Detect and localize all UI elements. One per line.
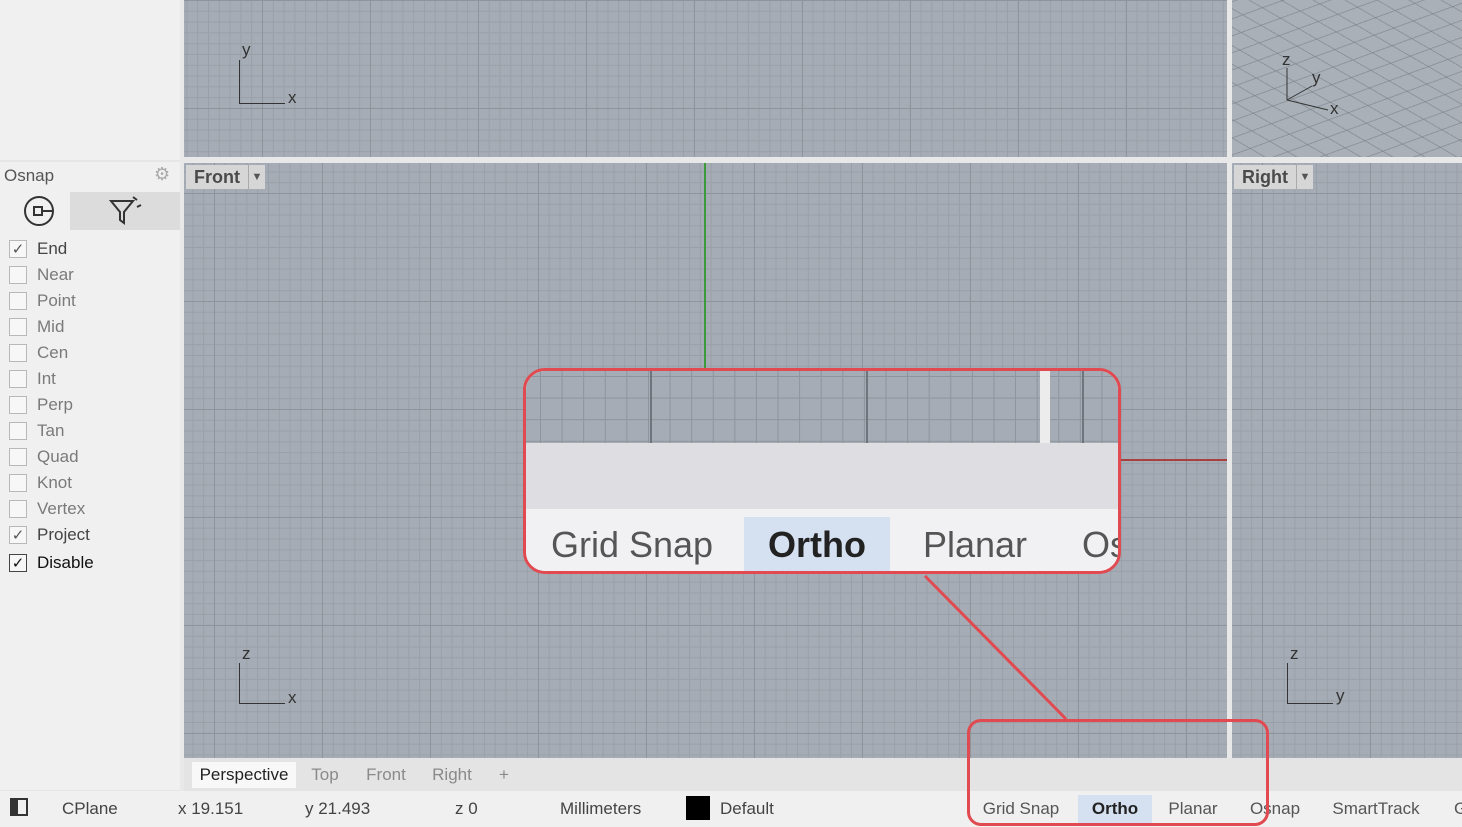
callout-viewport-grid (526, 371, 1118, 443)
osnap-item-label: Project (37, 525, 90, 544)
left-panel-top (0, 0, 180, 160)
osnap-checkbox[interactable] (9, 370, 27, 388)
callout-tab-bar (526, 443, 1118, 509)
tab-right[interactable]: Right (426, 762, 478, 788)
osnap-checkbox[interactable] (9, 448, 27, 466)
axis-x-label: x (1330, 99, 1339, 118)
cplane-label[interactable]: CPlane (62, 799, 118, 819)
osnap-item-label: Disable (37, 553, 94, 572)
osnap-item-point[interactable]: Point (0, 288, 180, 314)
world-z-axis (704, 163, 706, 368)
viewport-label-front[interactable]: Front ▼ (186, 165, 265, 189)
osnap-checkbox[interactable] (9, 266, 27, 284)
osnap-item-label: Point (37, 291, 76, 310)
osnap-item-label: Quad (37, 447, 79, 466)
osnap-item-label: Perp (37, 395, 73, 414)
osnap-checkbox[interactable] (9, 500, 27, 518)
viewport-label-right[interactable]: Right ▼ (1234, 165, 1313, 189)
gear-icon[interactable]: ⚙ (154, 165, 170, 183)
osnap-checkbox[interactable] (9, 474, 27, 492)
osnap-item-label: Knot (37, 473, 72, 492)
osnap-item-knot[interactable]: Knot (0, 470, 180, 496)
callout-splitter (1040, 371, 1050, 443)
osnap-item-label: Int (37, 369, 56, 388)
axis-x-label: x (288, 88, 297, 107)
osnap-item-label: Vertex (37, 499, 86, 518)
callout-pane-grid-snap: Grid Snap (550, 524, 714, 565)
pane-smarttrack[interactable]: SmartTrack (1324, 795, 1428, 823)
viewport-top[interactable]: y x (184, 0, 1227, 157)
osnap-item-label: Tan (37, 421, 65, 440)
osnap-checkbox[interactable] (9, 292, 27, 310)
zoom-callout: Grid Snap Ortho Planar Os (523, 368, 1121, 574)
axis-z-line (239, 663, 240, 703)
axis-z-label: z (1282, 50, 1291, 69)
osnap-checkbox[interactable]: ✓ (9, 554, 27, 572)
osnap-panel: Osnap ⚙ ✓ End Near Point Mid Cen Int Perp Tan Qua… (0, 162, 180, 790)
osnap-checkbox[interactable] (9, 396, 27, 414)
osnap-item-label: Cen (37, 343, 69, 362)
osnap-item-int[interactable]: Int (0, 366, 180, 392)
axis-z-label: z (242, 644, 251, 663)
osnap-item-disable[interactable]: ✓ Disable (0, 550, 180, 576)
tab-front[interactable]: Front (360, 762, 412, 788)
add-tab-icon[interactable]: + (494, 762, 514, 788)
callout-pane-osnap: Os (1082, 524, 1118, 565)
callout-pane-planar: Planar (922, 524, 1028, 565)
osnap-item-label: End (37, 239, 68, 258)
world-x-axis (1120, 459, 1227, 461)
osnap-checkbox[interactable] (9, 344, 27, 362)
coord-y: y 21.493 (305, 799, 371, 818)
chevron-down-icon[interactable]: ▼ (247, 165, 265, 189)
axis-x-line (239, 103, 285, 104)
callout-target-box (967, 719, 1269, 826)
osnap-panel-title: Osnap (4, 166, 55, 185)
viewport-front-title: Front (194, 166, 240, 187)
tab-perspective[interactable]: Perspective (192, 762, 296, 788)
osnap-item-tan[interactable]: Tan (0, 418, 180, 444)
osnap-item-near[interactable]: Near (0, 262, 180, 288)
coord-z: z 0 (455, 799, 478, 818)
axis-y-line (1287, 703, 1333, 704)
axis-z-line (1287, 663, 1288, 703)
viewport-perspective[interactable]: z y x (1232, 0, 1462, 157)
callout-status-bar: Grid Snap Ortho Planar Os (526, 509, 1118, 571)
units-label[interactable]: Millimeters (560, 799, 641, 819)
filter-icon[interactable] (70, 192, 180, 230)
axis-y-label: y (242, 40, 251, 59)
axis-y-line (239, 60, 240, 103)
axis-x-line (239, 703, 285, 704)
chevron-down-icon[interactable]: ▼ (1295, 165, 1313, 189)
osnap-item-vertex[interactable]: Vertex (0, 496, 180, 522)
layer-label[interactable]: Default (720, 799, 774, 819)
osnap-item-cen[interactable]: Cen (0, 340, 180, 366)
viewport-right-title: Right (1242, 166, 1288, 187)
viewport-right[interactable]: Right ▼ z y (1232, 163, 1462, 758)
axis-y-label: y (1312, 68, 1321, 87)
osnap-panel-tabs (4, 192, 180, 230)
osnap-target-icon[interactable] (8, 192, 70, 230)
osnap-item-mid[interactable]: Mid (0, 314, 180, 340)
tab-top[interactable]: Top (302, 762, 348, 788)
axis-y-label: y (1336, 686, 1345, 705)
panel-toggle-icon[interactable] (10, 798, 28, 816)
osnap-item-quad[interactable]: Quad (0, 444, 180, 470)
layer-color-swatch[interactable] (686, 796, 710, 820)
osnap-item-end[interactable]: ✓ End (0, 236, 180, 262)
osnap-checkbox[interactable]: ✓ (9, 526, 27, 544)
coord-x: x 19.151 (178, 799, 244, 818)
viewport-tab-bar: Perspective Top Front Right + (184, 758, 1462, 791)
callout-pane-ortho: Ortho (744, 517, 890, 571)
axis-x-label: x (288, 688, 297, 707)
osnap-checkbox[interactable]: ✓ (9, 240, 27, 258)
osnap-checkbox[interactable] (9, 318, 27, 336)
osnap-item-perp[interactable]: Perp (0, 392, 180, 418)
osnap-item-label: Near (37, 265, 74, 284)
osnap-list: ✓ End Near Point Mid Cen Int Perp Tan Quad Knot Ver… (0, 236, 180, 576)
axis-z-label: z (1290, 644, 1299, 663)
osnap-item-label: Mid (37, 317, 65, 336)
pane-gumball[interactable]: G (1454, 795, 1462, 823)
osnap-item-project[interactable]: ✓ Project (0, 522, 180, 548)
osnap-checkbox[interactable] (9, 422, 27, 440)
